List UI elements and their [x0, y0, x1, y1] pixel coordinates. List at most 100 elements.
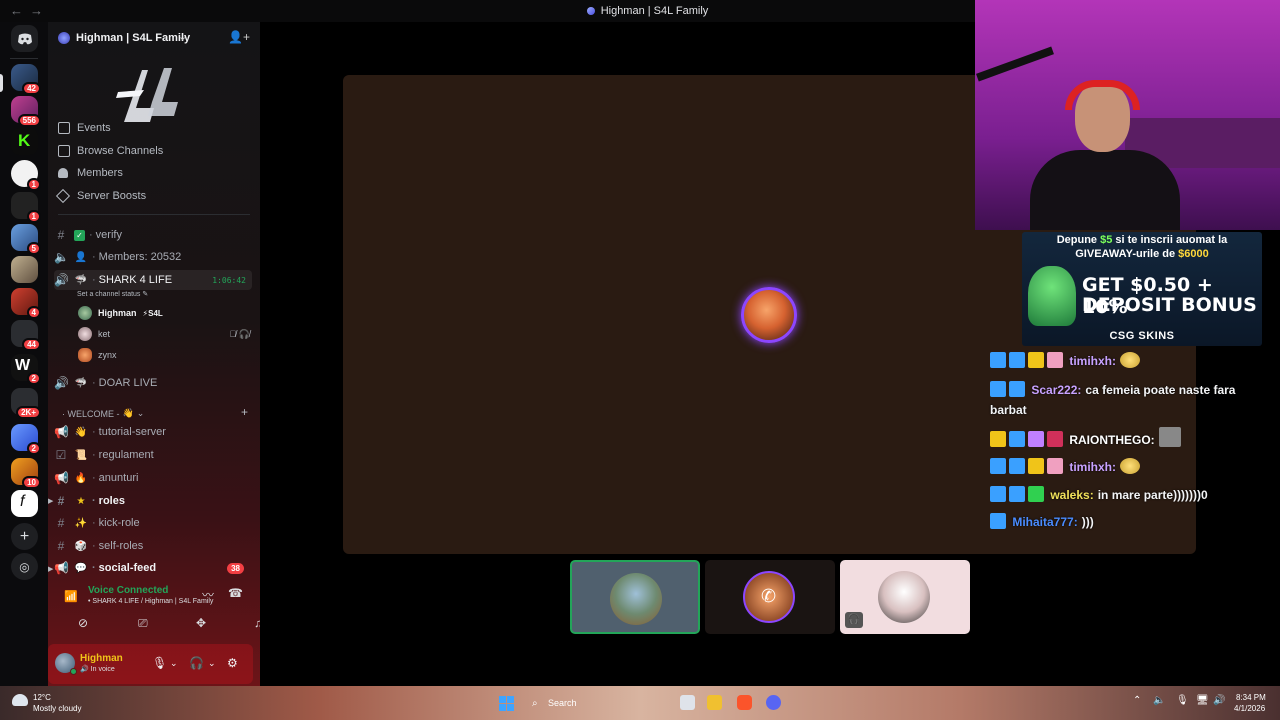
channel-regulament[interactable]: ☑ 📜 · regulament [54, 445, 252, 465]
mic-options-chevron-icon[interactable]: ⌄ [170, 658, 178, 669]
user-name[interactable]: Highman [80, 653, 123, 664]
channel-roles[interactable]: # ★ · roles [54, 491, 252, 511]
file-explorer-icon[interactable] [707, 695, 722, 710]
menu-members[interactable]: Members [58, 164, 123, 182]
avatar [78, 348, 92, 362]
menu-events[interactable]: Events [58, 119, 111, 137]
discover-icon[interactable]: ◎ [11, 553, 38, 580]
headphones-icon[interactable]: 🎧 [189, 656, 204, 670]
channel-tutorial-server[interactable]: 📢 👋 · tutorial-server [54, 422, 252, 442]
server-icon-w[interactable]: W2 [11, 354, 41, 385]
volume-icon[interactable]: 🔈 [1153, 695, 1165, 706]
activities-icon[interactable]: ✥ [196, 616, 206, 630]
task-view-icon[interactable] [680, 695, 695, 710]
channel-self-roles[interactable]: # 🎲 · self-roles [54, 536, 252, 556]
server-folder-1[interactable]: 44 [11, 320, 41, 351]
speaking-user-avatar[interactable] [741, 287, 797, 343]
crown-badge-icon [1028, 352, 1044, 368]
participant-tile-zynx[interactable]: ✆ [705, 560, 835, 634]
avatar [878, 571, 930, 623]
settings-gear-icon[interactable]: ⚙ [227, 656, 238, 670]
voice-user-zynx[interactable]: zynx [78, 346, 117, 364]
menu-browse-label: Browse Channels [77, 145, 164, 157]
taskbar-search[interactable]: ⌕ Search [523, 694, 673, 713]
server-folder-2[interactable]: 2K+ [11, 388, 41, 419]
server-header[interactable]: Highman | S4L Family ⌄ 👤+ [58, 30, 250, 49]
menu-server-boosts[interactable]: Server Boosts [55, 187, 146, 205]
ad-line-1: Depune $5 si te inscrii auomat la [1056, 234, 1228, 246]
participant-tile-highman[interactable] [570, 560, 700, 634]
server-icon-7[interactable] [11, 256, 38, 283]
windows-taskbar: 12°C Mostly cloudy ⌕ Search ⌃ 🔈 🎙 🖥 🔊 8:3… [0, 686, 1280, 720]
windows-start-icon[interactable] [499, 696, 514, 711]
channel-members-count[interactable]: 🔈 👤 · Members: 20532 [54, 247, 252, 267]
server-icon-csgo-skins[interactable]: 1 [11, 192, 41, 223]
discord-home-icon[interactable] [11, 25, 38, 52]
channel-anunturi[interactable]: 📢 🔥 · anunturi [54, 468, 252, 488]
server-icon-13[interactable]: f [11, 490, 38, 517]
discord-taskbar-icon[interactable] [766, 695, 781, 710]
mic-tray-icon[interactable]: 🎙 [1176, 695, 1189, 706]
brave-browser-icon[interactable] [737, 695, 752, 710]
clock-date[interactable]: 4/1/2026 [1234, 704, 1265, 713]
participant-tile-ket[interactable]: 🎧 [840, 560, 970, 634]
create-channel-icon[interactable]: + [241, 405, 248, 419]
server-icon-6[interactable]: 5 [11, 224, 41, 255]
channel-doar-live[interactable]: 🔊 🦈 · DOAR LIVE [54, 373, 252, 393]
noise-suppression-icon[interactable]: 〰 [202, 586, 214, 603]
weather-desc[interactable]: Mostly cloudy [33, 704, 81, 713]
ad-banner: Depune $5 si te inscrii auomat la GIVEAW… [1022, 232, 1262, 346]
channel-doar-live-label: DOAR LIVE [98, 377, 158, 389]
channel-social-feed-label: social-feed [98, 562, 157, 574]
set-channel-status[interactable]: Set a channel status ✎ [77, 290, 148, 298]
chat-message: Mihaita777:))) [990, 512, 1260, 532]
clock-time[interactable]: 8:34 PM [1236, 693, 1266, 702]
crown-badge-icon [1028, 458, 1044, 474]
voice-connected-subtitle[interactable]: • SHARK 4 LIFE / Highman | S4L Family [88, 598, 213, 605]
user-panel: Highman 🔊 In voice 🎙 ⌄ 🎧 ⌄ ⚙ [48, 644, 253, 684]
server-icon-8[interactable]: 4 [11, 288, 41, 319]
tray-chevron-up-icon[interactable]: ⌃ [1133, 695, 1141, 706]
channel-self-roles-label: self-roles [98, 540, 144, 552]
channel-verify[interactable]: # ✓ · verify [54, 225, 252, 245]
channel-social-feed[interactable]: 📢 💬 · social-feed 38 [54, 558, 252, 578]
menu-browse-channels[interactable]: Browse Channels [58, 142, 163, 160]
wave-icon: 👋 [122, 408, 134, 418]
chat-message: waleks: in mare parte)))))))0 [990, 485, 1260, 505]
server-icon-kick[interactable]: K [11, 128, 38, 155]
microphone-arm-icon [976, 46, 1054, 82]
channel-kick-role-label: kick-role [98, 517, 140, 529]
server-icon-1[interactable]: 42 [11, 64, 41, 95]
screen-share-icon[interactable]: ⎚ [138, 616, 148, 631]
server-icon-12[interactable]: 10 [11, 458, 41, 489]
status-online-indicator [70, 668, 77, 675]
voice-user-highman[interactable]: Highman ⚡S4L [78, 304, 163, 322]
voice-connected-panel: 📶 Voice Connected • SHARK 4 LIFE / Highm… [48, 578, 260, 644]
speaker-icon: 🔊 [54, 376, 69, 390]
avatar [78, 327, 92, 341]
disconnect-icon[interactable]: ☎ [228, 586, 243, 600]
headphones-options-chevron-icon[interactable]: ⌄ [208, 658, 216, 669]
members-icon [58, 168, 68, 178]
channel-kick-role[interactable]: # ✨ · kick-role [54, 513, 252, 533]
menu-events-label: Events [77, 122, 111, 134]
avatar [78, 306, 92, 320]
invite-people-icon[interactable]: 👤+ [228, 30, 250, 44]
speaker-tray-icon[interactable]: 🔊 [1213, 695, 1225, 706]
crown-badge-icon [990, 431, 1006, 447]
category-welcome[interactable]: · WELCOME - 👋 ⌄ [62, 408, 144, 419]
voice-timer: 1:06:42 [212, 275, 246, 285]
voice-connected-title[interactable]: Voice Connected [88, 585, 168, 596]
add-server-icon[interactable]: + [11, 523, 38, 550]
voice-user-ket[interactable]: ket [78, 325, 110, 343]
server-icon-2[interactable]: 556 [11, 96, 41, 127]
weather-temp[interactable]: 12°C [33, 693, 51, 702]
channel-shark-4-life[interactable]: 🔊 🦈 · SHARK 4 LIFE 1:06:42 [54, 270, 252, 290]
microphone-icon[interactable]: 🎙 [152, 656, 167, 670]
person-icon: 👤 [74, 251, 88, 263]
server-icon-4[interactable]: 1 [11, 160, 41, 191]
camera-off-icon[interactable]: ⊘ [78, 616, 88, 630]
network-icon[interactable]: 🖥 [1196, 695, 1209, 706]
server-icon-11[interactable]: 2 [11, 424, 41, 455]
weather-cloud-icon[interactable] [12, 694, 28, 706]
